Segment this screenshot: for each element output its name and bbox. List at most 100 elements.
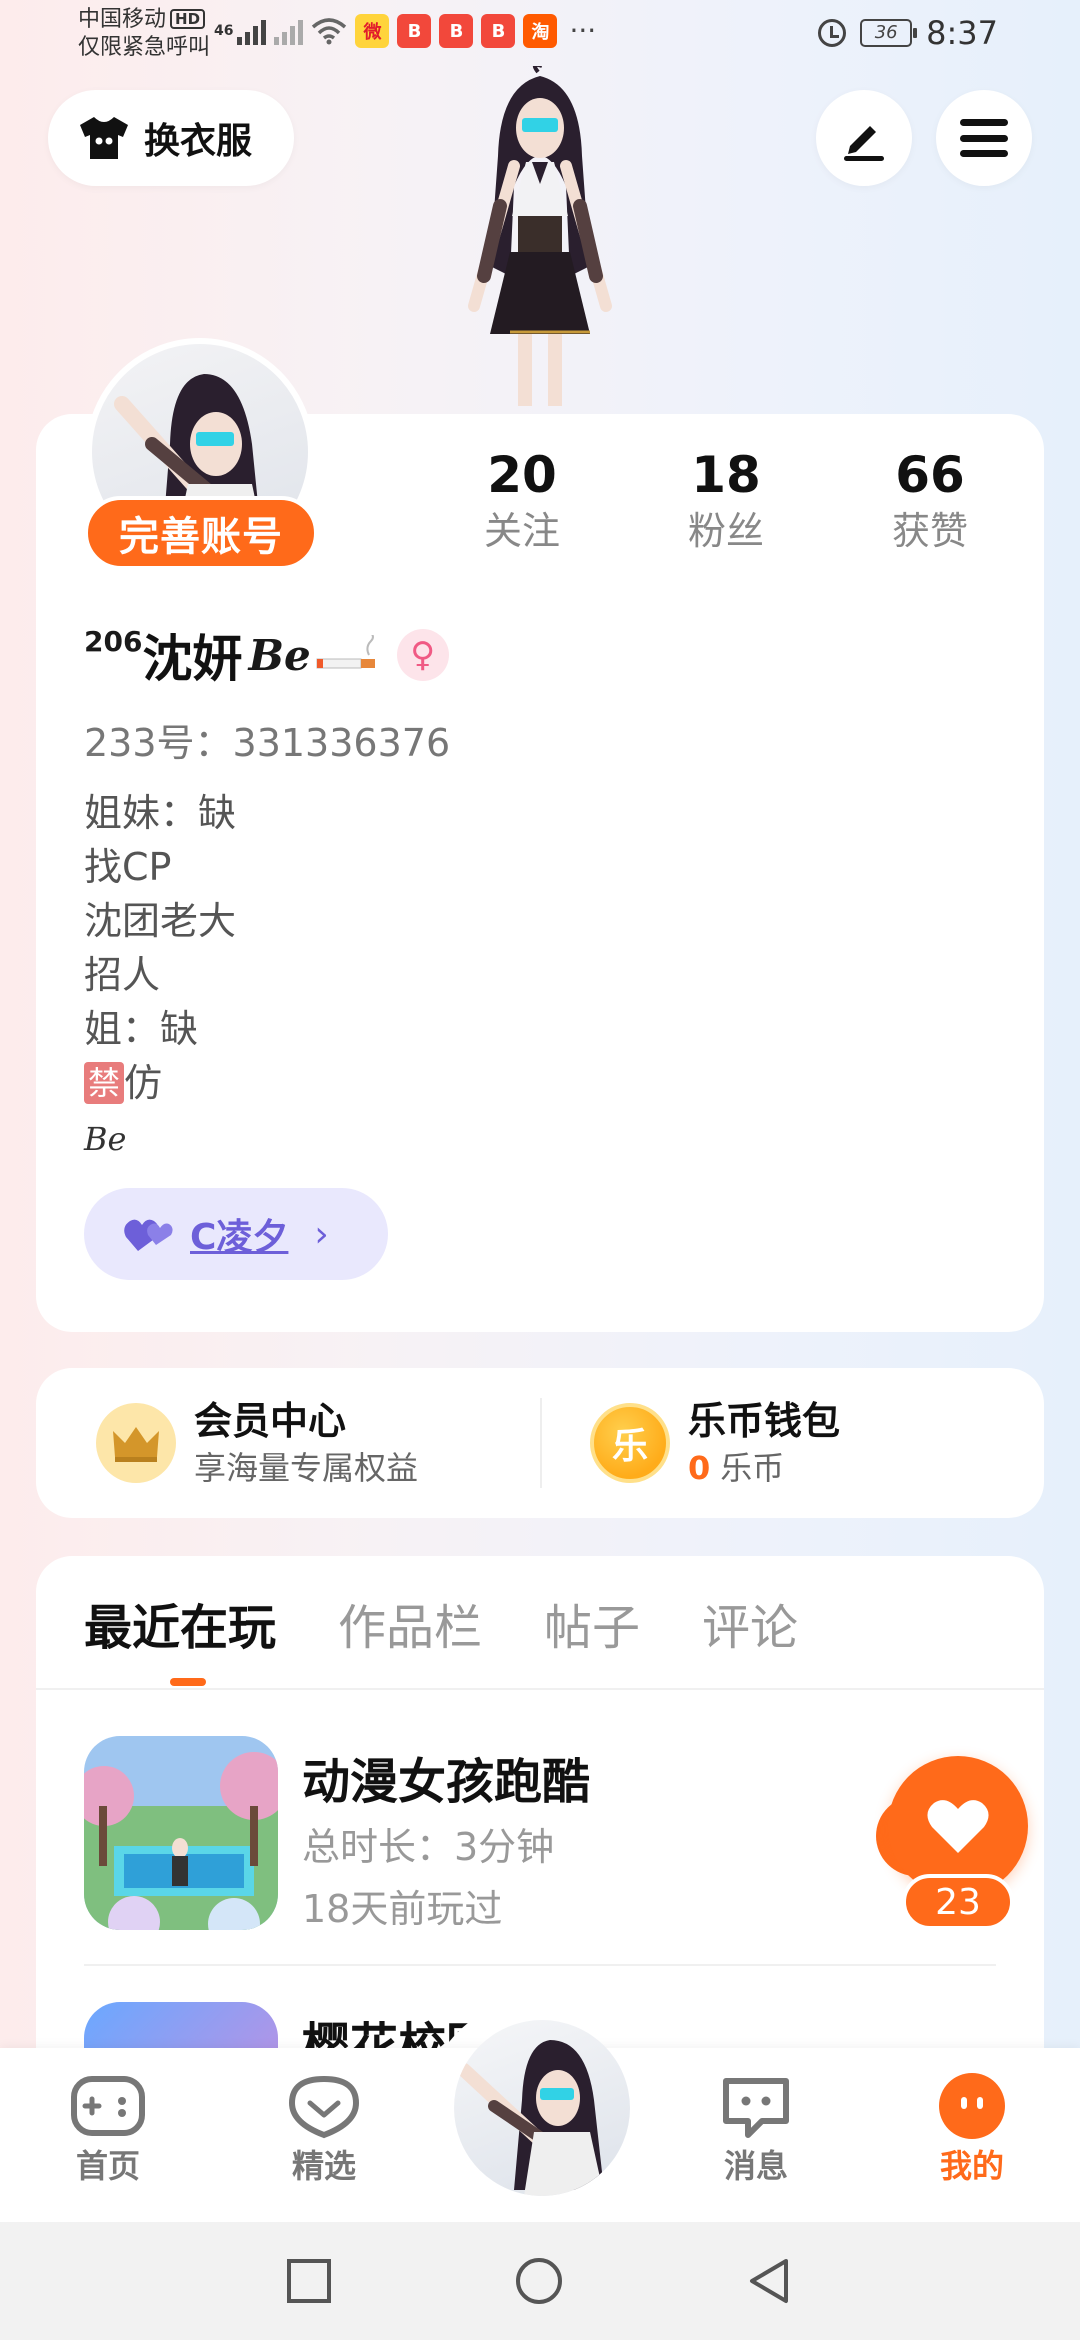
gamepad-icon (70, 2072, 146, 2140)
tab-divider (36, 1688, 1044, 1690)
user-id[interactable]: 233号：331336376 (84, 712, 450, 767)
nav-featured[interactable]: 精选 (254, 2072, 394, 2188)
ban-tag-icon: 禁 (84, 1062, 125, 1104)
nav-profile-label: 我的 (939, 2147, 1004, 2185)
bio-line: 禁仿 (84, 1056, 236, 1110)
home-icon[interactable] (514, 2256, 564, 2306)
coin-unit: 乐币 (720, 1449, 785, 1487)
bio-line: 找CP (84, 845, 172, 889)
vip-center-subtitle: 享海量专属权益 (194, 1449, 419, 1487)
game-thumbnail (84, 1736, 278, 1930)
bio-line: 姐：缺 (84, 1007, 199, 1051)
wifi-icon (312, 18, 347, 45)
female-gender-icon: ♀ (396, 629, 449, 681)
recent-apps-icon[interactable] (284, 2256, 334, 2306)
signal-2-icon (274, 17, 304, 45)
username-prefix: 206 (84, 624, 143, 658)
status-bar: 中国移动 HD 仅限紧急呼叫 46 微 B B B 淘 ··· 36 8:37 (0, 0, 1080, 70)
more-notifications-icon: ··· (569, 14, 597, 47)
coin-balance: 0 (688, 1449, 711, 1487)
signal-icon (237, 17, 267, 45)
shirt-icon (80, 117, 128, 159)
tab-works[interactable]: 作品栏 (338, 1596, 482, 1660)
app-badge-icon: B (397, 14, 432, 48)
battery-icon: 36 (860, 19, 918, 47)
menu-icon (960, 119, 1008, 157)
followers-label: 粉丝 (687, 509, 764, 553)
game-title: 动漫女孩跑酷 (302, 1754, 591, 1810)
crown-icon (96, 1403, 176, 1483)
tab-posts[interactable]: 帖子 (544, 1596, 640, 1660)
profile-bio: 姐妹：缺 找CP 沈团老大 招人 姐：缺 禁仿 Be (84, 786, 236, 1164)
vip-center-button[interactable]: 会员中心 享海量专属权益 (96, 1368, 418, 1518)
nav-messages[interactable]: 消息 (686, 2072, 826, 2188)
clock-time: 8:37 (926, 14, 998, 52)
carrier-info: 中国移动 HD 仅限紧急呼叫 (78, 6, 210, 62)
app-badge-icon: B (481, 14, 516, 48)
following-label: 关注 (483, 509, 560, 553)
coin-wallet-title: 乐币钱包 (688, 1399, 841, 1443)
list-divider (84, 1964, 996, 1966)
weibo-icon: 微 (355, 14, 390, 48)
game-list-item[interactable]: 动漫女孩跑酷 总时长：3分钟 18天前玩过 玩 (84, 1736, 1016, 1932)
app-badge-icon: B (439, 14, 474, 48)
alarm-icon (818, 19, 847, 47)
nav-home-label: 首页 (75, 2147, 140, 2185)
likes-label: 获赞 (891, 509, 968, 553)
vip-center-title: 会员中心 (194, 1399, 347, 1443)
coin-icon: 乐 (590, 1403, 670, 1483)
complete-account-button[interactable]: 完善账号 (84, 496, 318, 570)
change-outfit-button[interactable]: 换衣服 (48, 90, 294, 186)
double-heart-icon (124, 1219, 173, 1251)
status-icons: 46 微 B B B 淘 ··· (214, 14, 596, 48)
bio-line: 招人 (84, 953, 161, 997)
avatar-character[interactable] (430, 66, 650, 426)
nav-home[interactable]: 首页 (38, 2072, 178, 2188)
cp-partner-button[interactable]: C凌夕 › (84, 1188, 388, 1280)
username-row: 206 沈妍 Be ♀ (84, 622, 449, 688)
bio-line: 姐妹：缺 (84, 791, 237, 835)
pen-icon (844, 126, 884, 161)
avatar-image (457, 2040, 604, 2196)
bio-signature: Be (84, 1120, 127, 1158)
active-tab-indicator (170, 1678, 206, 1686)
following-count: 20 (487, 446, 557, 504)
nav-profile[interactable]: 我的 (902, 2072, 1042, 2188)
like-count: 23 (902, 1874, 1014, 1930)
ban-text: 仿 (124, 1061, 163, 1105)
cigarette-icon (316, 635, 375, 669)
message-icon (718, 2072, 794, 2140)
followers-count: 18 (691, 446, 761, 504)
carrier-name: 中国移动 (78, 7, 167, 32)
profile-tabs: 最近在玩 作品栏 帖子 评论 (84, 1596, 798, 1660)
tab-recent-played[interactable]: 最近在玩 (84, 1596, 276, 1660)
username-suffix: Be (248, 630, 311, 680)
heart-icon (927, 1800, 989, 1853)
nav-center-avatar[interactable] (454, 2020, 630, 2196)
game-last-played: 18天前玩过 (302, 1887, 503, 1931)
stat-following[interactable]: 20 关注 (432, 444, 612, 556)
profile-face-icon (934, 2072, 1010, 2140)
taobao-icon: 淘 (523, 14, 558, 48)
edit-profile-button[interactable] (816, 90, 912, 186)
stat-likes[interactable]: 66 获赞 (840, 444, 1020, 556)
menu-button[interactable] (936, 90, 1032, 186)
system-navigation-bar (0, 2222, 1080, 2340)
change-outfit-label: 换衣服 (144, 121, 253, 162)
nav-featured-label: 精选 (291, 2147, 356, 2185)
wallet-card: 会员中心 享海量专属权益 乐 乐币钱包 0 乐币 (36, 1368, 1044, 1518)
cp-partner-name: C凌夕 (190, 1217, 289, 1258)
coin-wallet-button[interactable]: 乐 乐币钱包 0 乐币 (590, 1368, 840, 1518)
emergency-only-text: 仅限紧急呼叫 (78, 35, 211, 60)
stat-followers[interactable]: 18 粉丝 (636, 444, 816, 556)
game-duration: 总时长：3分钟 (302, 1825, 555, 1869)
wallet-divider (540, 1398, 542, 1488)
back-icon[interactable] (744, 2256, 794, 2306)
nav-messages-label: 消息 (723, 2147, 788, 2185)
likes-count: 66 (895, 446, 965, 504)
tab-comments[interactable]: 评论 (702, 1596, 798, 1660)
username: 沈妍 (142, 630, 243, 688)
chevron-right-icon: › (314, 1213, 329, 1255)
heart-chat-icon (286, 2072, 362, 2140)
bio-line: Be (84, 1110, 236, 1164)
